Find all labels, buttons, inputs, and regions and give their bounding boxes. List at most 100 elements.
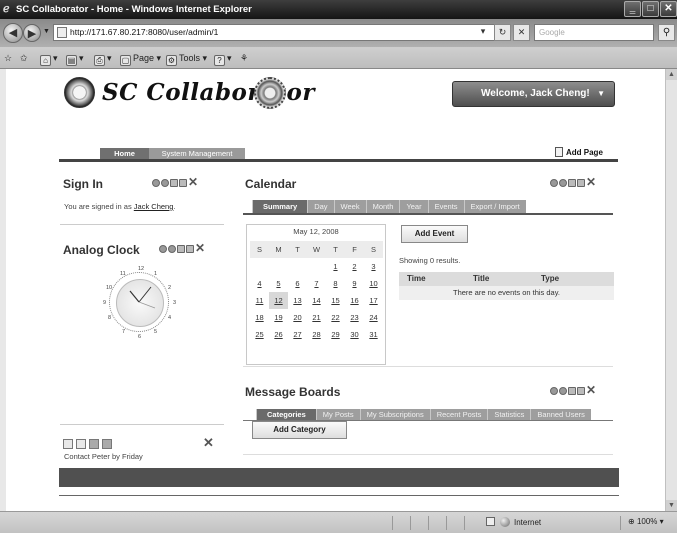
calendar-day[interactable]: 2 (345, 258, 364, 275)
tab-recent-posts[interactable]: Recent Posts (429, 409, 488, 420)
calendar-day[interactable]: 8 (326, 275, 345, 292)
tab-summary[interactable]: Summary (252, 200, 308, 213)
look-feel-icon[interactable] (550, 386, 558, 395)
configuration-icon[interactable] (161, 178, 169, 187)
note-color-swatch[interactable] (89, 439, 99, 449)
calendar-day[interactable]: 9 (345, 275, 364, 292)
page-menu[interactable]: ▢ Page ▾ (120, 52, 161, 66)
tab-my-posts[interactable]: My Posts (315, 409, 360, 420)
home-icon[interactable]: ⌂ ▾ (40, 52, 58, 66)
calendar-day[interactable]: 19 (269, 309, 288, 326)
scroll-down-icon[interactable]: ▼ (666, 500, 677, 511)
calendar-day[interactable]: 6 (288, 275, 307, 292)
help-icon[interactable]: ? ▾ (214, 52, 232, 66)
tab-categories[interactable]: Categories (256, 409, 316, 420)
calendar-day[interactable]: 14 (307, 292, 326, 309)
close-portlet-icon[interactable]: ✕ (586, 384, 596, 396)
calendar-day[interactable]: 10 (364, 275, 383, 292)
tab-week[interactable]: Week (333, 200, 366, 213)
close-portlet-icon[interactable]: ✕ (203, 435, 214, 451)
calendar-day[interactable]: 30 (345, 326, 364, 343)
back-button[interactable]: ◀ (3, 23, 23, 43)
column-header-type[interactable]: Type (525, 272, 614, 286)
add-page-link[interactable]: Add Page (555, 147, 603, 157)
calendar-day[interactable]: 12 (269, 292, 288, 309)
favorites-star-icon[interactable]: ☆ (4, 52, 12, 64)
calendar-day[interactable]: 7 (307, 275, 326, 292)
nav-tab-home[interactable]: Home (100, 148, 149, 159)
calendar-day[interactable]: 5 (269, 275, 288, 292)
security-zone[interactable]: Internet (486, 517, 541, 527)
tab-statistics[interactable]: Statistics (487, 409, 531, 420)
add-category-button[interactable]: Add Category (252, 421, 347, 439)
calendar-day[interactable]: 26 (269, 326, 288, 343)
tab-year[interactable]: Year (399, 200, 428, 213)
address-dropdown-icon[interactable]: ▾ (477, 24, 489, 41)
calendar-day[interactable]: 21 (307, 309, 326, 326)
scroll-up-icon[interactable]: ▲ (666, 69, 677, 80)
note-color-swatch[interactable] (102, 439, 112, 449)
minimize-portlet-icon[interactable] (170, 178, 178, 187)
add-event-button[interactable]: Add Event (401, 225, 468, 243)
look-feel-icon[interactable] (550, 178, 558, 187)
add-favorites-icon[interactable]: ✩ (20, 52, 28, 64)
maximize-button[interactable]: □ (642, 1, 659, 17)
calendar-day[interactable]: 22 (326, 309, 345, 326)
calendar-day[interactable]: 13 (288, 292, 307, 309)
refresh-icon[interactable]: ↻ (494, 24, 511, 41)
minimize-portlet-icon[interactable] (568, 386, 576, 395)
close-portlet-icon[interactable]: ✕ (195, 242, 205, 254)
calendar-day[interactable]: 15 (326, 292, 345, 309)
tab-banned-users[interactable]: Banned Users (530, 409, 591, 420)
tab-month[interactable]: Month (365, 200, 400, 213)
calendar-day[interactable]: 11 (250, 292, 269, 309)
calendar-day[interactable]: 23 (345, 309, 364, 326)
minimize-button[interactable]: ‗ (624, 1, 641, 17)
note-color-swatch[interactable] (76, 439, 86, 449)
configuration-icon[interactable] (168, 244, 176, 253)
configuration-icon[interactable] (559, 386, 567, 395)
nav-tab-system-management[interactable]: System Management (149, 148, 245, 159)
close-button[interactable]: ✕ (660, 1, 677, 17)
close-portlet-icon[interactable]: ✕ (188, 176, 198, 188)
tab-events[interactable]: Events (427, 200, 464, 213)
tab-export-import[interactable]: Export / Import (463, 200, 526, 213)
maximize-portlet-icon[interactable] (186, 244, 194, 253)
configuration-icon[interactable] (559, 178, 567, 187)
search-input[interactable]: Google (534, 24, 654, 41)
forward-button[interactable]: ▶ (23, 24, 41, 42)
maximize-portlet-icon[interactable] (577, 178, 585, 187)
tools-menu[interactable]: ⚙ Tools ▾ (166, 52, 207, 66)
calendar-day[interactable]: 3 (364, 258, 383, 275)
close-portlet-icon[interactable]: ✕ (586, 176, 596, 188)
calendar-day[interactable]: 29 (326, 326, 345, 343)
calendar-day[interactable]: 1 (326, 258, 345, 275)
address-field[interactable]: http://171.67.80.217:8080/user/admin/1 (53, 24, 510, 41)
minimize-portlet-icon[interactable] (568, 178, 576, 187)
calendar-day[interactable]: 16 (345, 292, 364, 309)
maximize-portlet-icon[interactable] (179, 178, 187, 187)
user-menu-button[interactable]: Welcome, Jack Cheng! ▼ (452, 81, 615, 107)
note-color-swatch[interactable] (63, 439, 73, 449)
look-feel-icon[interactable] (159, 244, 167, 253)
signed-in-user-link[interactable]: Jack Cheng (134, 202, 174, 211)
tab-day[interactable]: Day (307, 200, 334, 213)
calendar-day[interactable]: 27 (288, 326, 307, 343)
column-header-title[interactable]: Title (453, 272, 525, 286)
tab-my-subscriptions[interactable]: My Subscriptions (359, 409, 430, 420)
calendar-day[interactable]: 17 (364, 292, 383, 309)
research-icon[interactable]: ⚘ (240, 52, 248, 64)
calendar-day[interactable]: 18 (250, 309, 269, 326)
calendar-day[interactable]: 24 (364, 309, 383, 326)
search-icon[interactable]: ⚲ (658, 24, 675, 41)
maximize-portlet-icon[interactable] (577, 386, 585, 395)
print-icon[interactable]: ⎙ ▾ (94, 52, 112, 66)
minimize-portlet-icon[interactable] (177, 244, 185, 253)
calendar-day[interactable]: 25 (250, 326, 269, 343)
calendar-day[interactable]: 20 (288, 309, 307, 326)
stop-icon[interactable]: ✕ (513, 24, 530, 41)
vertical-scrollbar[interactable]: ▲ ▼ (665, 69, 677, 511)
column-header-time[interactable]: Time (399, 272, 453, 286)
history-dropdown-icon[interactable]: ▼ (43, 28, 50, 35)
note-text[interactable]: Contact Peter by Friday (64, 452, 143, 461)
